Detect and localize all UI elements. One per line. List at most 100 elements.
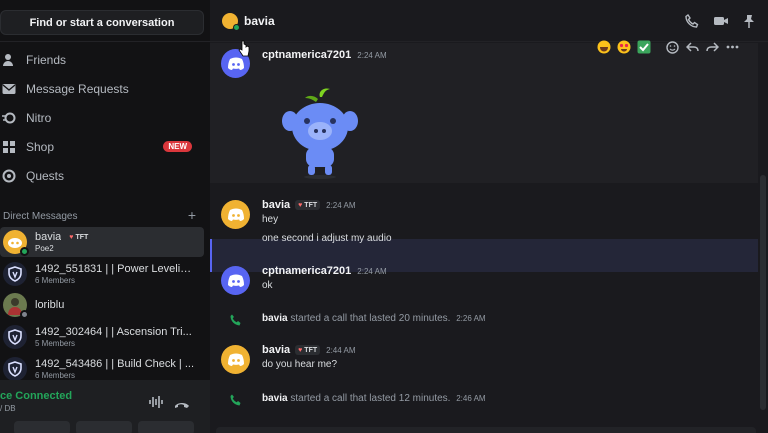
nitro-icon [0, 112, 20, 124]
shield-icon [3, 262, 27, 286]
clan-tag-label: TFT [304, 201, 318, 209]
message-timestamp: 2:24 AM [357, 266, 387, 276]
clan-tag-label: TFT [304, 346, 318, 354]
message-actions-toolbar [596, 37, 760, 57]
avatar [222, 12, 240, 31]
call-timestamp: 2:26 AM [456, 314, 486, 323]
chat-header: bavia [210, 0, 768, 42]
dm-name: 1492_543486 | | Build Check | ... [35, 358, 195, 370]
quests-icon [0, 169, 20, 183]
create-dm-plus-icon[interactable]: + [188, 207, 196, 223]
clan-tag: ♥ TFT [295, 200, 321, 210]
nav-friends[interactable]: Friends [0, 46, 204, 74]
voice-status: ce Connected [0, 390, 73, 402]
nav-message-requests[interactable]: Message Requests [0, 75, 204, 103]
shield-icon [3, 325, 27, 349]
message-input-bar[interactable] [216, 427, 756, 433]
dm-item-group-302464[interactable]: 1492_302464 | | Ascension Tri... 5 Membe… [0, 322, 204, 352]
wumpus-sticker[interactable] [270, 85, 370, 180]
nav-shop[interactable]: Shop NEW [0, 133, 204, 161]
dm-sidebar: Find or start a conversation Friends Mes… [0, 0, 210, 433]
voice-connection-panel: ce Connected / DB [0, 380, 210, 433]
message-author[interactable]: cptnamerica7201 [262, 265, 351, 277]
dm-name: 1492_551831 | | Power Leveling ... [35, 263, 195, 275]
direct-messages-label: Direct Messages [3, 210, 78, 222]
message-text: do you hear me? [262, 359, 338, 370]
forward-icon[interactable] [704, 39, 720, 55]
friends-icon [0, 53, 20, 67]
more-options-icon[interactable] [724, 39, 740, 55]
nav-friends-label: Friends [26, 53, 67, 67]
message-timestamp: 2:24 AM [326, 200, 356, 210]
voice-action-button[interactable] [14, 421, 70, 433]
voice-action-button[interactable] [138, 421, 194, 433]
call-timestamp: 2:46 AM [456, 394, 486, 403]
voice-channel: / DB [0, 404, 16, 413]
call-text: started a call that lasted 12 minutes. [290, 393, 451, 404]
laughing-emoji-reaction-icon[interactable] [596, 39, 612, 55]
app-window: Find or start a conversation Friends Mes… [0, 0, 768, 433]
heart-eyes-emoji-reaction-icon[interactable] [616, 39, 632, 55]
new-badge: NEW [163, 141, 192, 152]
dm-item-group-551831[interactable]: 1492_551831 | | Power Leveling ... 6 Mem… [0, 259, 204, 289]
dm-members: 6 Members [35, 276, 76, 285]
nav-nitro-label: Nitro [26, 111, 52, 125]
nav-nitro[interactable]: Nitro [0, 104, 204, 132]
disconnect-call-icon[interactable] [174, 397, 190, 415]
message-author[interactable]: bavia [262, 199, 290, 211]
online-status-dot [20, 247, 29, 256]
chat-title: bavia [244, 13, 275, 28]
nav-shop-label: Shop [26, 140, 55, 154]
nav-quests-label: Quests [26, 169, 65, 183]
reply-icon[interactable] [684, 39, 700, 55]
dm-name: 1492_302464 | | Ascension Tri... [35, 326, 192, 338]
message-author[interactable]: bavia [262, 344, 290, 356]
clan-tag: ♥ TFT [295, 345, 321, 355]
call-author[interactable]: bavia [262, 313, 288, 324]
online-status-dot [233, 23, 240, 31]
dm-members: 5 Members [35, 339, 76, 348]
dm-item-bavia[interactable]: bavia ♥ TFT Poe2 [0, 227, 204, 257]
voice-action-button[interactable] [76, 421, 132, 433]
shield-icon [3, 357, 27, 381]
nav-quests[interactable]: Quests [0, 162, 204, 190]
shop-icon [0, 140, 20, 154]
envelope-icon [0, 83, 20, 95]
nav-message-requests-label: Message Requests [26, 82, 129, 96]
message-timestamp: 2:24 AM [357, 50, 387, 60]
message-list: cptnamerica7201 2:24 AM bavia ♥ TFT 2:24… [210, 40, 758, 433]
pin-icon[interactable] [742, 14, 756, 33]
avatar [3, 230, 29, 256]
call-system-message: bavia started a call that lasted 20 minu… [210, 309, 758, 329]
message-scrollbar[interactable] [760, 175, 766, 410]
clan-tag-label: TFT [75, 233, 89, 241]
call-author[interactable]: bavia [262, 393, 288, 404]
avatar [3, 293, 29, 319]
dm-name: loriblu [35, 299, 65, 311]
message-author[interactable]: cptnamerica7201 [262, 49, 351, 61]
phone-call-icon [230, 313, 242, 331]
call-system-message: bavia started a call that lasted 12 minu… [210, 389, 758, 409]
message-text: hey [262, 214, 279, 225]
message-text: one second i adjust my audio [262, 233, 392, 244]
dm-activity: Poe2 [35, 244, 54, 253]
voice-call-icon[interactable] [685, 13, 699, 33]
dm-members: 6 Members [35, 371, 76, 380]
message-text: ok [262, 280, 273, 291]
find-conversation-button[interactable]: Find or start a conversation [0, 10, 204, 35]
phone-call-icon [230, 393, 242, 411]
mouse-cursor-icon [238, 40, 250, 57]
dm-item-loriblu[interactable]: loriblu [0, 290, 204, 320]
video-call-icon[interactable] [713, 14, 729, 33]
call-text: started a call that lasted 20 minutes. [290, 313, 451, 324]
discord-avatar-icon [221, 345, 250, 374]
discord-avatar-icon [221, 200, 250, 229]
sidebar-topbar: Find or start a conversation [0, 0, 210, 42]
check-mark-emoji-reaction-icon[interactable] [636, 39, 652, 55]
direct-messages-header: Direct Messages + [0, 207, 204, 224]
add-reaction-icon[interactable] [664, 39, 680, 55]
discord-avatar-icon [221, 266, 250, 295]
chat-main: bavia cptnamerica7201 2:24 AM bavia ♥ TF… [210, 0, 768, 433]
soundwave-icon[interactable] [148, 395, 164, 414]
dm-name: bavia [35, 231, 62, 243]
